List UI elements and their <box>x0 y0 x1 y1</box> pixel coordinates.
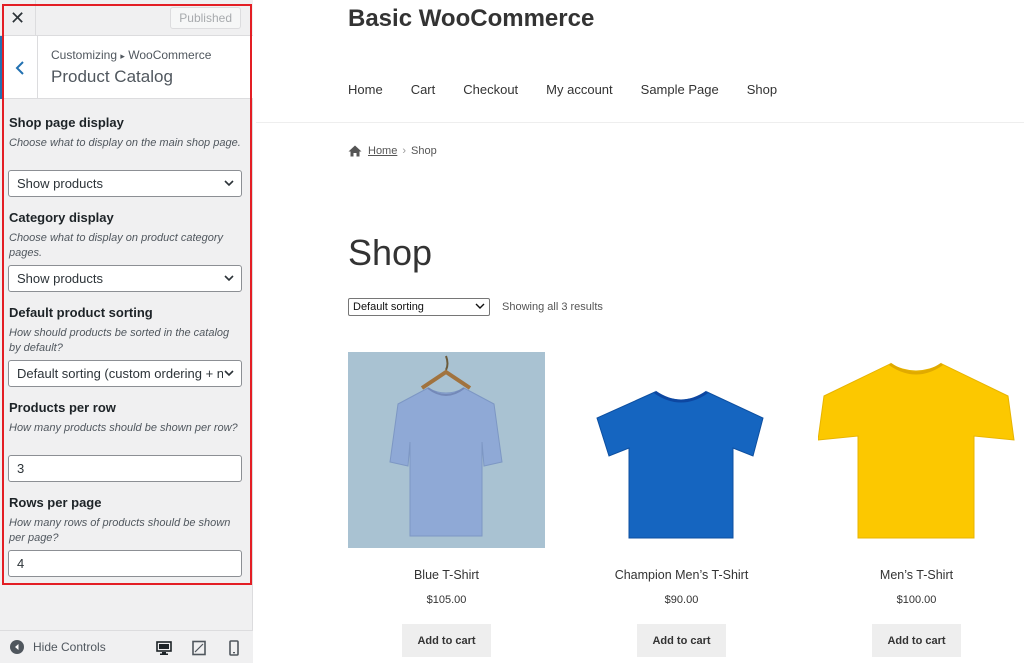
products-per-row-label: Products per row <box>9 400 116 415</box>
category-display-description: Choose what to display on product catego… <box>9 232 224 259</box>
product-image[interactable] <box>818 352 1015 548</box>
default-sorting-value: Default sorting (custom ordering + na <box>17 366 232 381</box>
tablet-icon[interactable] <box>191 640 207 656</box>
page-title: Shop <box>348 232 433 273</box>
nav-item-home[interactable]: Home <box>348 82 383 97</box>
nav-item-cart[interactable]: Cart <box>411 82 436 97</box>
customizer-topbar: ✕ Published <box>0 0 253 36</box>
section-title: Product Catalog <box>51 67 173 86</box>
product-price: $105.00 <box>426 594 467 606</box>
breadcrumb-current: Shop <box>411 145 437 157</box>
product-price: $100.00 <box>896 594 937 606</box>
add-to-cart-button[interactable]: Add to cart <box>402 624 491 657</box>
desktop-icon[interactable] <box>156 640 172 656</box>
result-count: Showing all 3 results <box>502 301 603 313</box>
nav-item-my-account[interactable]: My account <box>546 82 612 97</box>
product-price: $90.00 <box>664 594 699 606</box>
shop-display-select[interactable]: Show products <box>8 170 242 197</box>
add-to-cart-button[interactable]: Add to cart <box>637 624 726 657</box>
shop-display-label: Shop page display <box>9 115 124 130</box>
back-button[interactable] <box>0 36 38 99</box>
product-name[interactable]: Champion Men’s T-Shirt <box>583 568 780 582</box>
breadcrumb-home-link[interactable]: Home <box>368 145 397 157</box>
sorting-value: Default sorting <box>353 301 424 313</box>
customizer-footer: Hide Controls <box>0 630 253 663</box>
products-per-row-input[interactable]: 3 <box>8 455 242 482</box>
category-display-label: Category display <box>9 210 114 225</box>
mobile-icon[interactable] <box>226 640 242 656</box>
collapse-icon <box>10 640 24 654</box>
breadcrumb: Home › Shop <box>348 145 437 157</box>
add-to-cart-button[interactable]: Add to cart <box>872 624 961 657</box>
rows-per-page-input[interactable]: 4 <box>8 550 242 577</box>
category-display-value: Show products <box>17 271 103 286</box>
publish-button[interactable]: Published <box>170 7 241 29</box>
default-sorting-description: How should products be sorted in the cat… <box>9 327 230 354</box>
nav-item-sample-page[interactable]: Sample Page <box>641 82 719 97</box>
product-image[interactable] <box>348 352 545 548</box>
home-icon <box>348 145 362 157</box>
section-header: Customizing ▸ WooCommerce Product Catalo… <box>0 36 253 99</box>
nav-item-checkout[interactable]: Checkout <box>463 82 518 97</box>
default-sorting-select[interactable]: Default sorting (custom ordering + na <box>8 360 242 387</box>
breadcrumb-separator: › <box>402 145 407 157</box>
header-divider <box>256 122 1024 123</box>
close-customizer-button[interactable]: ✕ <box>0 0 36 36</box>
breadcrumb-prefix: Customizing <box>51 48 118 62</box>
site-title[interactable]: Basic WooCommerce <box>348 5 594 33</box>
chevron-down-icon <box>475 301 485 314</box>
customizer-panel: ✕ Published Customizing ▸ WooCommerce Pr… <box>0 0 253 663</box>
default-sorting-label: Default product sorting <box>9 305 153 320</box>
product-name[interactable]: Blue T-Shirt <box>348 568 545 582</box>
rows-per-page-label: Rows per page <box>9 495 102 510</box>
chevron-left-icon <box>15 60 24 75</box>
rows-per-page-description: How many rows of products should be show… <box>9 517 231 544</box>
main-navigation: Home Cart Checkout My account Sample Pag… <box>348 82 805 97</box>
breadcrumb-separator: ▸ <box>120 51 125 61</box>
sorting-select[interactable]: Default sorting <box>348 298 490 316</box>
chevron-down-icon <box>223 271 235 285</box>
customizer-breadcrumb: Customizing ▸ WooCommerce <box>51 48 211 62</box>
product-image[interactable] <box>583 352 780 548</box>
product-name[interactable]: Men’s T-Shirt <box>818 568 1015 582</box>
shop-display-value: Show products <box>17 176 103 191</box>
close-icon: ✕ <box>9 7 26 28</box>
shop-display-description: Choose what to display on the main shop … <box>9 137 241 149</box>
chevron-down-icon <box>223 176 235 190</box>
hide-controls-button[interactable]: Hide Controls <box>10 640 106 654</box>
hide-controls-label: Hide Controls <box>33 640 106 654</box>
category-display-select[interactable]: Show products <box>8 265 242 292</box>
nav-item-shop[interactable]: Shop <box>747 82 777 97</box>
products-per-row-description: How many products should be shown per ro… <box>9 422 238 434</box>
chevron-down-icon <box>223 366 235 380</box>
breadcrumb-section: WooCommerce <box>128 48 212 62</box>
